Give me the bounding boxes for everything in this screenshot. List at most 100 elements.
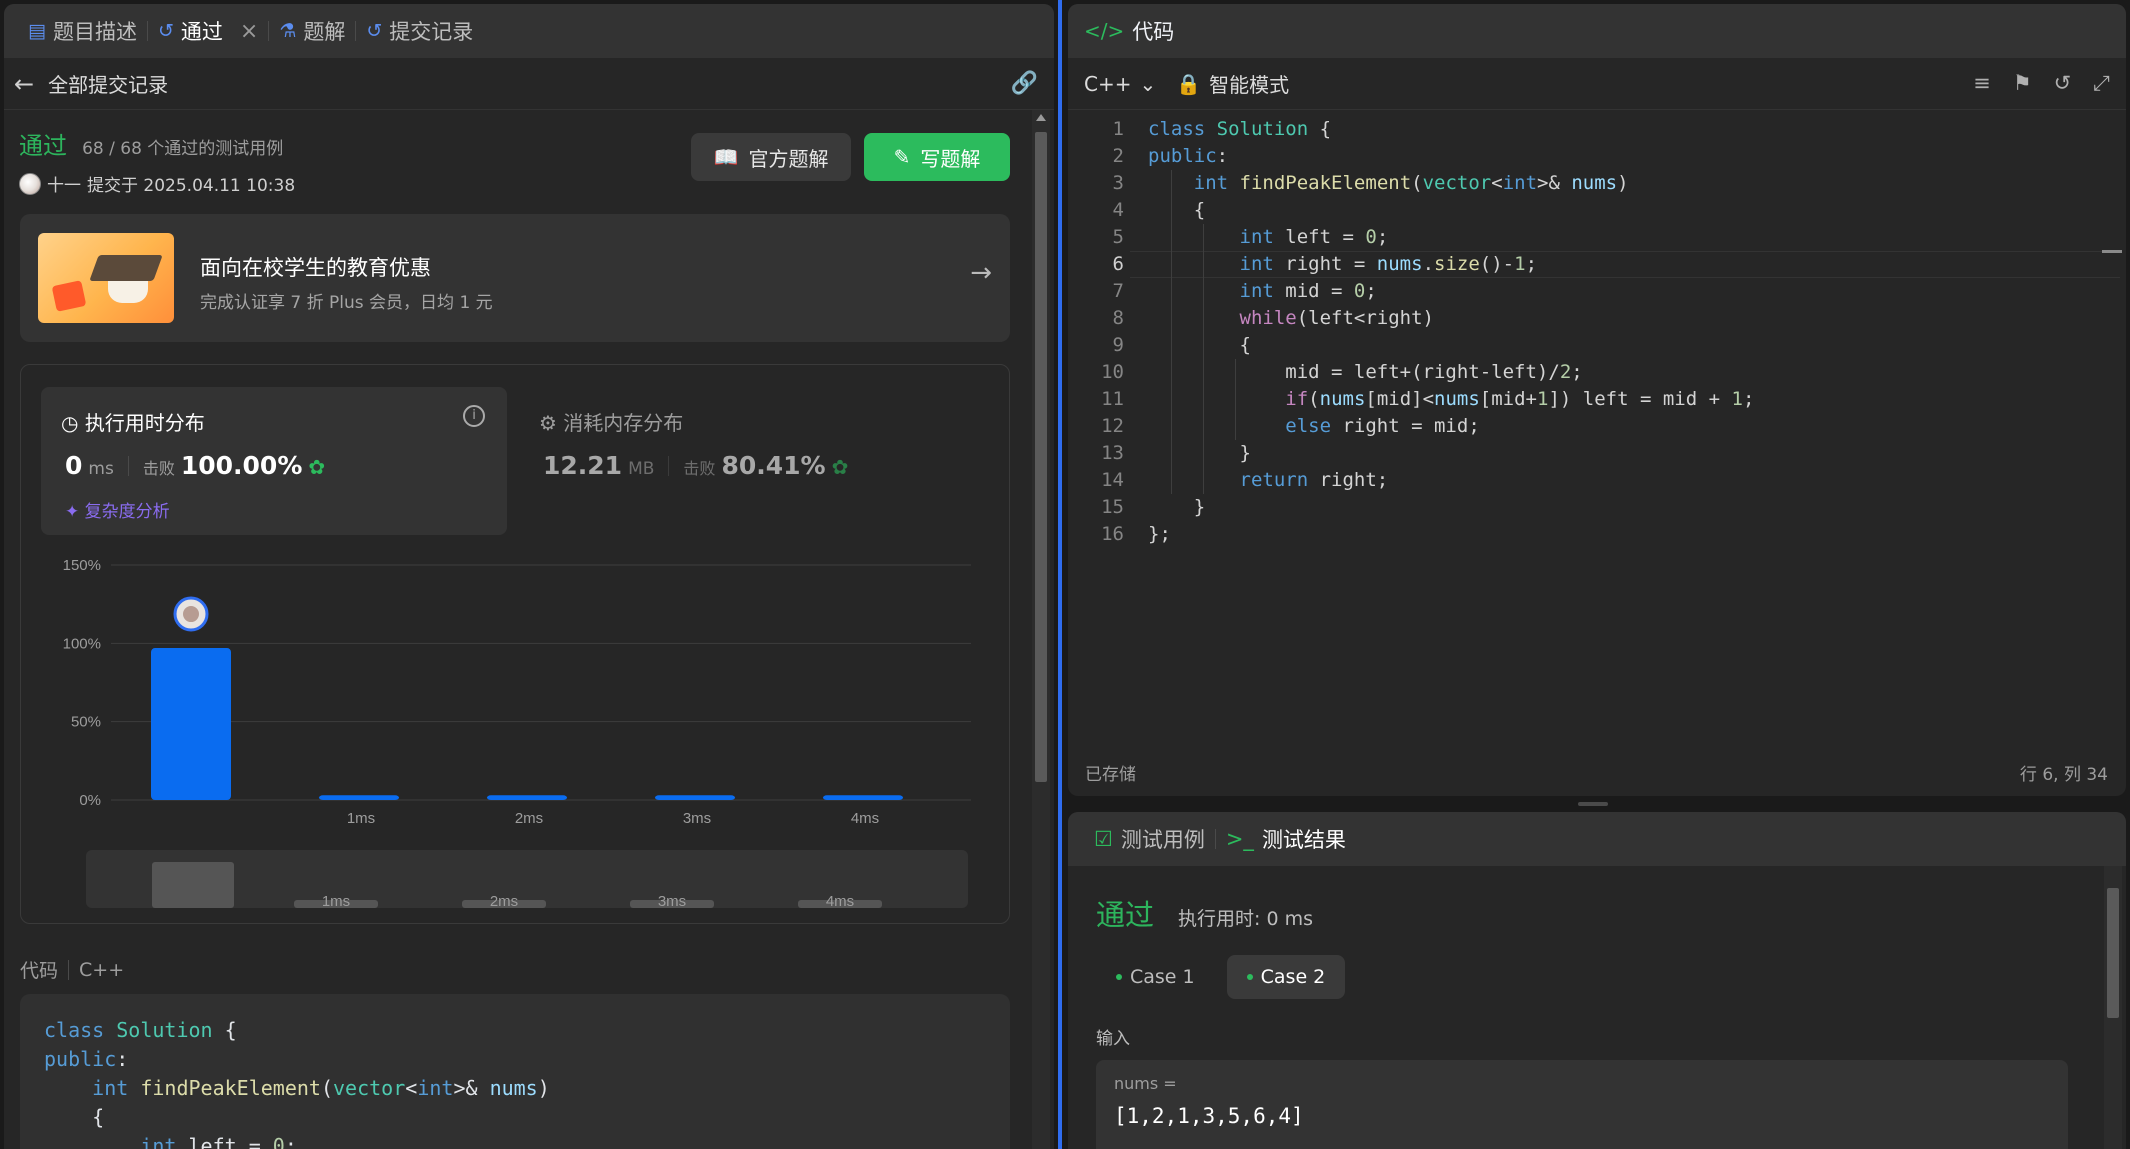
panel-resize-divider[interactable] <box>1058 0 1062 1149</box>
tab-accepted[interactable]: ↺ 通过 × <box>148 4 268 58</box>
editor-tab-bar: </> 代码 <box>1068 4 2126 58</box>
graduation-cap-image <box>38 233 174 323</box>
code-line[interactable]: 5 int left = 0; <box>1068 224 2068 251</box>
bookmark-icon[interactable]: ⚑ <box>2013 71 2032 96</box>
code-text: int right = nums.size()-1; <box>1239 253 1538 275</box>
tab-label: 测试用例 <box>1120 828 1205 852</box>
pass-dot <box>1246 974 1253 980</box>
line-number: 5 <box>1112 226 1124 248</box>
performance-card: ◷ 执行用时分布 i 0 ms 击败 100.00% ✿ ✦ 复杂度分析 ⚙ 消… <box>20 364 1010 924</box>
memory-number: 12.21 <box>543 451 623 480</box>
expand-icon[interactable]: ⤢ <box>2093 71 2110 96</box>
tab-solutions[interactable]: ⚗ 题解 <box>269 4 355 58</box>
scrollbar-thumb[interactable] <box>2107 888 2119 1018</box>
bar-3ms <box>655 795 735 800</box>
line-number: 1 <box>1112 118 1124 140</box>
code-line[interactable]: 8 while(left<right) <box>1068 305 2068 332</box>
result-accepted: 通过 <box>1096 898 1155 932</box>
code-line[interactable]: 3 int findPeakElement(vector<int>& nums) <box>1068 170 2068 197</box>
tab-testcase[interactable]: ☑ 测试用例 <box>1084 824 1215 854</box>
code-line[interactable]: 11 if(nums[mid]<nums[mid+1]) left = mid … <box>1068 386 2068 413</box>
input-variable: nums = <box>1114 1074 1177 1093</box>
all-submissions-link[interactable]: 全部提交记录 <box>48 69 168 98</box>
runtime-beats: 100.00% <box>180 451 303 480</box>
code-language: C++ <box>79 958 125 981</box>
memory-header: ⚙ 消耗内存分布 <box>539 407 683 436</box>
pass-dot <box>1116 974 1122 980</box>
result-scrollbar[interactable] <box>2104 866 2122 1149</box>
brush-selection <box>152 862 234 908</box>
editor-toolbar: C++ ⌄ 🔒 智能模式 ≡ ⚑ ↺ ⤢ <box>1068 58 2126 110</box>
x-tick-label: 1ms <box>347 810 375 827</box>
indent-guide <box>1235 359 1236 440</box>
code-preview[interactable]: class Solution {public: int findPeakElem… <box>20 994 1010 1149</box>
case-2-tab[interactable]: Case 2 <box>1226 955 1346 999</box>
runtime-unit: ms <box>88 459 114 479</box>
code-line[interactable]: 4 { <box>1068 197 2068 224</box>
education-promo-banner[interactable]: 面向在校学生的教育优惠 完成认证享 7 折 Plus 会员，日均 1 元 → <box>20 214 1010 342</box>
tab-description[interactable]: ▤ 题目描述 <box>18 4 147 58</box>
code-text: mid = left+(right-left)/2; <box>1148 361 1583 383</box>
y-tick-label: 100% <box>63 635 101 652</box>
code-line[interactable]: 7 int mid = 0; <box>1068 278 2068 305</box>
close-icon[interactable]: × <box>240 19 258 44</box>
line-number: 13 <box>1101 442 1124 464</box>
chevron-down-icon: ⌄ <box>1139 71 1157 96</box>
tab-label: 通过 <box>180 20 223 44</box>
code-text: } <box>1148 496 1206 518</box>
complexity-analysis-link[interactable]: ✦ 复杂度分析 <box>65 497 170 522</box>
testcase-stats: 68 / 68 个通过的测试用例 <box>82 139 284 159</box>
tab-test-result[interactable]: >_ 测试结果 <box>1216 824 1356 854</box>
code-icon: </> <box>1084 19 1125 43</box>
arrow-right-icon[interactable]: → <box>970 258 992 288</box>
scrollbar-thumb[interactable] <box>1035 132 1047 782</box>
code-line[interactable]: 9 { <box>1068 332 2068 359</box>
code-line[interactable]: 12 else right = mid; <box>1068 413 2068 440</box>
mode-label: 智能模式 <box>1209 73 1290 97</box>
memory-value: 12.21 MB 击败 80.41% ✿ <box>543 451 848 480</box>
runtime-distribution-chart[interactable]: 150% 100% 50% 0% 1ms 2ms 3ms 4ms <box>21 545 1011 845</box>
case-tabs: Case 1 Case 2 <box>1096 955 1346 999</box>
case-1-tab[interactable]: Case 1 <box>1096 955 1215 999</box>
code-line[interactable]: 14 return right; <box>1068 467 2068 494</box>
x-tick-label: 2ms <box>515 810 543 827</box>
avatar[interactable] <box>19 172 41 195</box>
saved-status: 已存储 <box>1085 765 1136 785</box>
write-solution-button[interactable]: ✎ 写题解 <box>864 133 1010 181</box>
official-solution-button[interactable]: 📖 官方题解 <box>691 133 851 181</box>
chart-range-brush[interactable]: 1ms 2ms 3ms 4ms <box>86 850 968 908</box>
code-line[interactable]: 13 } <box>1068 440 2068 467</box>
case-label: Case 1 <box>1130 966 1195 988</box>
code-line[interactable]: 16}; <box>1068 521 2068 548</box>
code-line[interactable]: 1 class Solution { <box>1068 116 2068 143</box>
code-line[interactable]: 15 } <box>1068 494 2068 521</box>
tab-submissions[interactable]: ↺ 提交记录 <box>356 4 483 58</box>
info-icon[interactable]: i <box>463 405 485 427</box>
divider <box>668 455 670 476</box>
cap-top-shape <box>89 255 163 281</box>
bar-2ms <box>487 795 567 800</box>
scroll-up-arrow[interactable] <box>1036 114 1046 121</box>
code-editor[interactable]: 1 class Solution {2 public: 3 int findPeakE… <box>1068 116 2126 756</box>
format-icon[interactable]: ≡ <box>1973 71 1991 96</box>
preview-line: class Solution { <box>44 1018 237 1042</box>
preview-line: public: <box>44 1047 129 1071</box>
smart-mode-toggle[interactable]: 🔒 智能模式 <box>1176 69 1289 98</box>
arrow-left-icon[interactable]: ← <box>14 70 34 98</box>
tab-label: 题解 <box>303 20 346 44</box>
language-select[interactable]: C++ ⌄ <box>1084 72 1156 96</box>
button-label: 官方题解 <box>748 146 829 171</box>
submitter-name[interactable]: 十一 <box>47 171 81 196</box>
reset-icon[interactable]: ↺ <box>2054 71 2072 96</box>
left-scrollbar[interactable] <box>1032 110 1050 1149</box>
y-tick-label: 0% <box>79 792 101 809</box>
vertical-resize-handle[interactable] <box>1578 802 1608 806</box>
edit-icon: ✎ <box>893 145 911 169</box>
tab-code[interactable]: 代码 <box>1132 16 1174 46</box>
code-line[interactable]: 10 mid = left+(right-left)/2; <box>1068 359 2068 386</box>
runtime-box[interactable]: ◷ 执行用时分布 i 0 ms 击败 100.00% ✿ ✦ 复杂度分析 <box>41 387 507 535</box>
code-line[interactable]: 6 int right = nums.size()-1; <box>1068 251 2068 278</box>
checkbox-icon: ☑ <box>1094 827 1113 851</box>
link-icon[interactable]: 🔗 <box>1011 71 1038 96</box>
code-line[interactable]: 2 public: <box>1068 143 2068 170</box>
